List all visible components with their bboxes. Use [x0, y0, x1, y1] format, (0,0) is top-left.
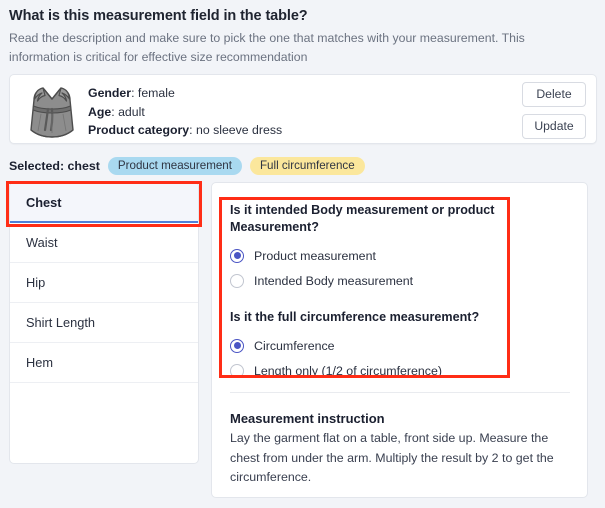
- badge-product-measurement: Product measurement: [107, 157, 242, 175]
- radio-option-length-only[interactable]: Length only (1/2 of circumference): [230, 358, 530, 383]
- sidebar-item-label: Shirt Length: [26, 315, 96, 330]
- delete-button[interactable]: Delete: [522, 82, 586, 107]
- sidebar-item-label: Hem: [26, 355, 54, 370]
- radio-checked-icon[interactable]: [230, 338, 244, 353]
- product-field-age: Age: adult: [88, 104, 145, 119]
- product-info: Gender: female Age: adult Product catego…: [88, 84, 282, 140]
- sleeveless-dress-icon: [23, 80, 81, 140]
- product-field-age-label: Age: [88, 104, 112, 119]
- measurement-detail-card: Is it intended Body measurement or produ…: [211, 182, 588, 498]
- radio-option-intended-body-measurement[interactable]: Intended Body measurement: [230, 268, 530, 293]
- radio-option-circumference[interactable]: Circumference: [230, 333, 530, 358]
- badge-full-circumference: Full circumference: [249, 157, 365, 175]
- product-field-gender: Gender: female: [88, 86, 175, 100]
- radio-option-label: Product measurement: [254, 248, 376, 263]
- question-full-circumference-title: Is it the full circumference measurement…: [230, 310, 480, 324]
- radio-option-label: Intended Body measurement: [254, 273, 414, 288]
- sidebar-item-label: Hip: [26, 275, 46, 290]
- product-field-gender-value: female: [137, 86, 175, 100]
- sidebar-item-chest[interactable]: Chest: [10, 183, 198, 223]
- measurement-instruction-body: Lay the garment flat on a table, front s…: [230, 431, 554, 484]
- section-divider: [230, 392, 570, 393]
- radio-checked-icon[interactable]: [230, 248, 244, 263]
- radio-option-label: Circumference: [254, 338, 335, 353]
- selected-label: Selected: chest: [9, 159, 100, 173]
- measurement-field-list: Chest Waist Hip Shirt Length Hem: [9, 182, 199, 464]
- radio-option-label: Length only (1/2 of circumference): [254, 363, 443, 378]
- page-title: What is this measurement field in the ta…: [9, 8, 308, 24]
- sidebar-item-waist[interactable]: Waist: [10, 223, 198, 263]
- product-field-category-label: Product category: [88, 123, 190, 137]
- product-field-category-value: no sleeve dress: [195, 123, 283, 137]
- measurement-field-page: What is this measurement field in the ta…: [0, 0, 605, 508]
- selected-summary: Selected: chest Product measurement Full…: [9, 157, 365, 175]
- question-body-or-product-title: Is it intended Body measurement or produ…: [230, 203, 495, 234]
- product-card: Gender: female Age: adult Product catego…: [9, 74, 597, 144]
- sidebar-item-label: Chest: [26, 194, 62, 210]
- sidebar-item-shirt-length[interactable]: Shirt Length: [10, 303, 198, 343]
- update-button[interactable]: Update: [522, 114, 586, 139]
- product-field-age-value: adult: [118, 104, 145, 119]
- measurement-instruction: Measurement instruction Lay the garment …: [230, 411, 575, 488]
- page-subtitle: Read the description and make sure to pi…: [9, 31, 525, 64]
- product-card-actions: Delete Update: [522, 82, 586, 139]
- measurement-instruction-title: Measurement instruction: [230, 411, 385, 426]
- measurement-questions: Is it intended Body measurement or produ…: [230, 202, 530, 383]
- page-header: What is this measurement field in the ta…: [9, 8, 569, 67]
- sidebar-item-label: Waist: [26, 235, 58, 250]
- radio-unchecked-icon[interactable]: [230, 273, 244, 288]
- sidebar-item-hip[interactable]: Hip: [10, 263, 198, 303]
- product-field-category: Product category: no sleeve dress: [88, 123, 283, 137]
- radio-option-product-measurement[interactable]: Product measurement: [230, 243, 530, 268]
- sidebar-item-hem[interactable]: Hem: [10, 343, 198, 383]
- radio-unchecked-icon[interactable]: [230, 363, 244, 378]
- product-field-gender-label: Gender: [88, 86, 132, 100]
